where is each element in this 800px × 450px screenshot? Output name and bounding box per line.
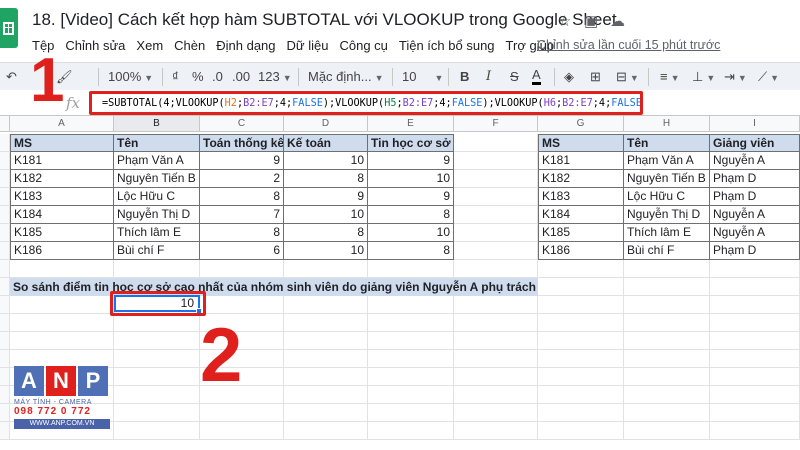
bold-button[interactable]: B	[460, 67, 469, 87]
menu-addons[interactable]: Tiện ích bổ sung	[399, 38, 495, 58]
chevron-down-icon: ▼	[770, 73, 780, 83]
menu-tools[interactable]: Công cụ	[339, 38, 387, 58]
last-edit-link[interactable]: Chỉnh sửa lần cuối 15 phút trước	[537, 38, 720, 52]
formula-token: B2:E7	[243, 98, 274, 109]
currency-format-button[interactable]: ₫	[172, 67, 179, 87]
formula-token: FALSE	[292, 98, 323, 109]
document-title[interactable]: 18. [Video] Cách kết hợp hàm SUBTOTAL vớ…	[32, 10, 617, 30]
formula-token: FALSE	[451, 98, 483, 109]
chevron-down-icon: ▼	[737, 73, 747, 83]
formula-input[interactable]: =SUBTOTAL(4;VLOOKUP(H2;B2:E7;4;FALSE);VL…	[89, 91, 643, 115]
formula-token: );VLOOKUP(	[322, 98, 385, 109]
toolbar-divider	[392, 68, 393, 86]
increase-decimal-button[interactable]: .00	[232, 67, 250, 87]
star-icon[interactable]: ☆	[558, 12, 571, 30]
formula-token: B2:E7	[402, 98, 434, 109]
percent-format-button[interactable]: %	[192, 67, 204, 87]
anp-letter-a: A	[14, 366, 44, 396]
move-to-folder-icon[interactable]: ▣	[584, 12, 598, 30]
borders-icon[interactable]: ⊞	[590, 67, 601, 87]
chevron-down-icon: ▼	[706, 73, 716, 83]
formula-token: ;4;	[433, 98, 452, 109]
menu-format[interactable]: Định dạng	[216, 38, 275, 58]
formula-token: H6	[543, 98, 556, 109]
zoom-value: 100%	[108, 69, 142, 84]
fx-icon: fx	[66, 94, 81, 112]
menu-view[interactable]: Xem	[136, 38, 163, 58]
step-2-label: 2	[200, 313, 243, 398]
chevron-down-icon: ▼	[629, 73, 639, 83]
menu-bar: Tệp Chỉnh sửa Xem Chèn Định dạng Dữ liệu…	[32, 38, 565, 58]
formula-token: H5	[384, 98, 397, 109]
toolbar-divider	[648, 68, 649, 86]
anp-letter-n: N	[46, 366, 76, 396]
font-size-value: 10	[402, 69, 417, 84]
anp-phone: 098 772 0 772	[14, 406, 91, 417]
undo-icon[interactable]: ↶	[6, 67, 17, 87]
formula-token: =SUBTOTAL(4;VLOOKUP(	[102, 98, 225, 109]
more-formats-button[interactable]: 123 ▼	[258, 67, 292, 87]
vertical-align-icon[interactable]: ⊥ ▼	[692, 67, 715, 87]
formula-token: );VLOOKUP(	[482, 98, 544, 109]
text-rotation-icon[interactable]: ⟋ ▼	[758, 67, 779, 87]
toolbar-divider	[162, 68, 163, 86]
formula-token: H2	[224, 98, 237, 109]
menu-data[interactable]: Dữ liệu	[287, 38, 329, 58]
result-highlight-box	[110, 291, 206, 316]
anp-letter-p: P	[78, 366, 108, 396]
formula-token: FALSE	[611, 98, 642, 109]
cloud-status-icon[interactable]: ☁	[610, 12, 625, 30]
chevron-down-icon: ▼	[144, 73, 154, 83]
toolbar-divider	[298, 68, 299, 86]
decrease-decimal-button[interactable]: .0	[212, 67, 223, 87]
anp-tagline: MÁY TÍNH - CAMERA	[14, 399, 92, 406]
anp-website: WWW.ANP.COM.VN	[14, 419, 110, 429]
font-size-select[interactable]: 10 ▼	[402, 67, 443, 87]
anp-letter-row: A N P	[14, 366, 110, 396]
formula-token: B2:E7	[562, 98, 593, 109]
merge-cells-icon[interactable]: ⊟ ▼	[616, 67, 639, 87]
toolbar-divider	[448, 68, 449, 86]
chevron-down-icon: ▼	[282, 73, 292, 83]
chevron-down-icon: ▼	[670, 73, 680, 83]
formula-token: ))	[642, 98, 643, 109]
more-formats-label: 123	[258, 69, 280, 84]
chevron-down-icon: ▼	[434, 73, 444, 83]
strikethrough-button[interactable]: S	[510, 67, 519, 87]
text-color-button[interactable]: A	[532, 67, 541, 85]
font-value: Mặc định...	[308, 69, 372, 84]
text-wrap-icon[interactable]: ⇥ ▼	[724, 67, 747, 87]
font-select[interactable]: Mặc định... ▼	[308, 67, 384, 87]
toolbar-divider	[554, 68, 555, 86]
chevron-down-icon: ▼	[374, 73, 384, 83]
sheet-overlay: So sánh điểm tin học cơ sở cao nhất của …	[0, 116, 800, 450]
title-bar: 18. [Video] Cách kết hợp hàm SUBTOTAL vớ…	[0, 0, 800, 60]
menu-edit[interactable]: Chỉnh sửa	[65, 38, 125, 58]
step-1-label: 1	[30, 46, 65, 115]
toolbar: ↶ 🖌 100% ▼ ₫ % .0 .00 123 ▼ Mặc định... ▼ 1…	[0, 62, 800, 90]
toolbar-divider	[98, 68, 99, 86]
italic-button[interactable]: I	[486, 67, 491, 87]
menu-insert[interactable]: Chèn	[174, 38, 205, 58]
anp-logo: A N P MÁY TÍNH - CAMERA 098 772 0 772 WW…	[14, 366, 110, 444]
fill-color-icon[interactable]: ◈	[564, 67, 574, 87]
note-cell-a9[interactable]: So sánh điểm tin học cơ sở cao nhất của …	[10, 278, 538, 296]
horizontal-align-icon[interactable]: ≡ ▼	[660, 67, 680, 87]
formula-token: ;4;	[273, 98, 293, 109]
zoom-select[interactable]: 100% ▼	[108, 67, 153, 87]
formula-token: ;4;	[592, 98, 612, 109]
sheets-logo-icon[interactable]	[0, 8, 18, 48]
